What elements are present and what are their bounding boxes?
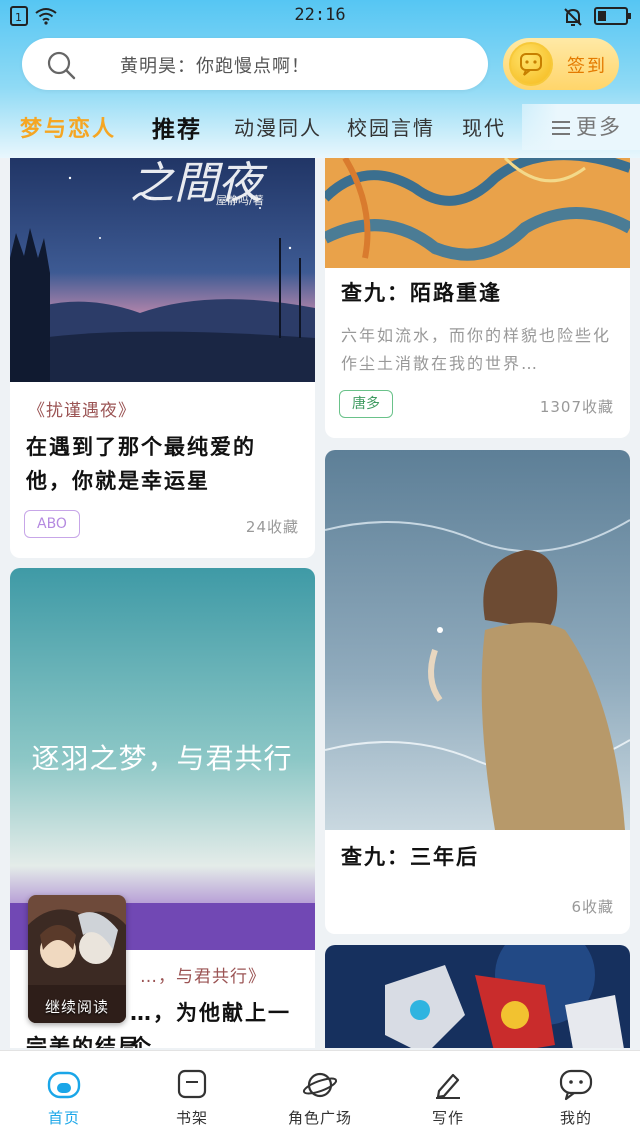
- story-card[interactable]: 查九：三年后 6收藏: [325, 450, 630, 934]
- nav-bookshelf[interactable]: 书架: [128, 1051, 256, 1138]
- more-button[interactable]: 更多: [522, 104, 640, 150]
- story-cover-image: 逐羽之梦，与君共行: [10, 568, 315, 950]
- home-icon: [47, 1071, 81, 1099]
- tab-recommend[interactable]: 推荐: [152, 110, 202, 144]
- tab-brand[interactable]: 梦与恋人: [20, 111, 116, 143]
- search-bar[interactable]: 黄明昊：你跑慢点啊！: [22, 38, 488, 90]
- bookshelf-icon: [177, 1069, 207, 1099]
- story-title: 在遇到了那个最纯爱的他，你就是幸运星: [26, 435, 256, 493]
- cover-title-text: 逐羽之梦，与君共行: [31, 742, 292, 775]
- tab-modern[interactable]: 现代: [462, 112, 506, 141]
- cover-author: 屋静吗/著: [216, 193, 264, 207]
- continue-reading-label: 继续阅读: [44, 998, 109, 1016]
- story-tag[interactable]: ABO: [24, 510, 80, 538]
- story-card[interactable]: 之間夜 屋静吗/著 《扰谨遇夜》 在遇到了那个最纯爱的他，你就是幸运星 ABO …: [10, 158, 315, 558]
- nav-home-label: 首页: [47, 1109, 80, 1127]
- menu-icon: [552, 121, 570, 135]
- story-title-line2: 完美的结局: [26, 1035, 141, 1048]
- tab-campus-romance[interactable]: 校园言情: [347, 112, 435, 141]
- favorites-count: 24收藏: [245, 518, 299, 536]
- nav-profile[interactable]: 我的: [512, 1051, 640, 1138]
- story-excerpt: 六年如流水，而你的样貌也险些化作尘土消散在我的世界…: [341, 326, 612, 373]
- story-cover-image: [325, 945, 630, 1048]
- story-title: 查九：陌路重逢: [341, 281, 502, 305]
- pen-icon: [436, 1073, 460, 1099]
- nav-write-label: 写作: [431, 1109, 464, 1127]
- story-cover-image: [325, 158, 630, 268]
- battery-icon: [594, 7, 631, 25]
- planet-icon: [302, 1072, 338, 1098]
- favorites-count: 1307收藏: [539, 398, 614, 416]
- nav-role-square[interactable]: 角色广场: [256, 1051, 384, 1138]
- chat-face-icon: [559, 1069, 593, 1101]
- story-title: 查九：三年后: [341, 845, 479, 869]
- bottom-nav: 首页 书架 角色广场 写作 我的: [0, 1050, 640, 1138]
- nav-profile-label: 我的: [559, 1109, 592, 1127]
- nav-bookshelf-label: 书架: [175, 1109, 208, 1127]
- story-tag[interactable]: 唐多: [339, 390, 393, 418]
- more-label: 更多: [576, 115, 622, 139]
- story-card[interactable]: [325, 945, 630, 1048]
- story-card[interactable]: 查九：陌路重逢 六年如流水，而你的样貌也险些化作尘土消散在我的世界… 唐多 13…: [325, 158, 630, 438]
- search-placeholder: 黄明昊：你跑慢点啊！: [120, 56, 310, 77]
- checkin-label: 签到: [567, 56, 607, 77]
- search-icon: [47, 51, 76, 80]
- favorites-count: 6收藏: [571, 898, 614, 916]
- nav-write[interactable]: 写作: [384, 1051, 512, 1138]
- checkin-button[interactable]: 签到: [503, 38, 619, 90]
- story-series: …，与君共行》: [140, 967, 266, 987]
- checkin-face-icon: [509, 42, 553, 86]
- story-series: 《扰谨遇夜》: [28, 401, 136, 421]
- story-cover-image: 之間夜 屋静吗/著: [10, 158, 315, 382]
- story-cover-image: [325, 450, 630, 830]
- continue-reading-widget[interactable]: 继续阅读: [28, 895, 126, 1023]
- tab-anime-fanfic[interactable]: 动漫同人: [234, 112, 322, 141]
- nav-home[interactable]: 首页: [0, 1051, 128, 1138]
- status-bar: 1 22:16: [0, 0, 640, 32]
- status-time: 22:16: [294, 5, 346, 25]
- nav-role-square-label: 角色广场: [287, 1109, 352, 1127]
- mute-bell-icon: [564, 8, 582, 26]
- category-tabs: 梦与恋人 推荐 动漫同人 校园言情 现代 更多: [0, 104, 640, 150]
